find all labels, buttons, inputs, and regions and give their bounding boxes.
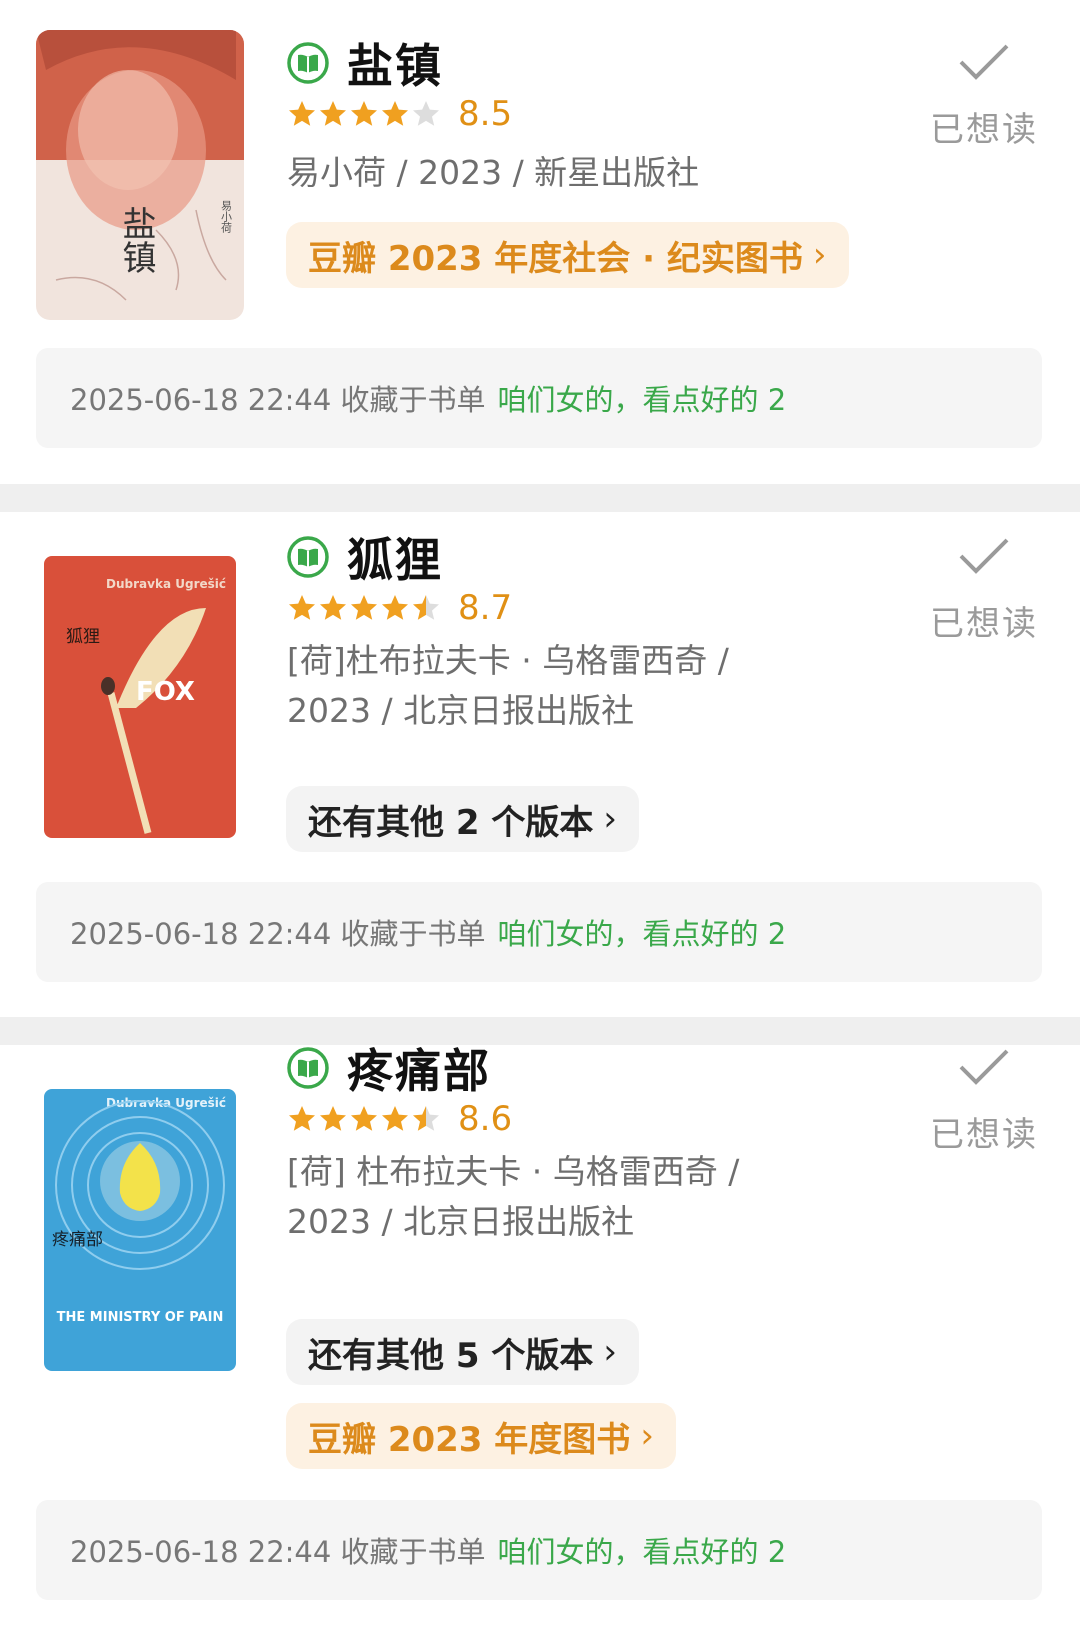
collect-time: 2025-06-18 22:44 收藏于书单 (70, 917, 486, 951)
star-full-icon (382, 1106, 408, 1131)
award-badge[interactable]: 豆瓣 2023 年度社会 · 纪实图书 › (286, 222, 849, 288)
cover-en-3: THE MINISTRY OF PAIN (57, 1310, 224, 1325)
book-cover[interactable]: Dubravka Ugrešić 疼痛部 THE MINISTRY OF PAI… (36, 1081, 244, 1379)
award-badge[interactable]: 豆瓣 2023 年度图书 › (286, 1403, 676, 1469)
read-book-icon (287, 1047, 329, 1089)
chevron-right-icon: › (603, 799, 617, 839)
cover-title-3: 疼痛部 (52, 1230, 103, 1250)
award-label: 豆瓣 2023 年度社会 · 纪实图书 (308, 238, 803, 279)
book-cover[interactable]: 盐镇 易小荷 (36, 30, 244, 320)
book-title[interactable]: 疼痛部 (347, 1035, 491, 1101)
star-full-icon (320, 595, 346, 620)
cover-title-1: 盐镇 (116, 206, 156, 274)
want-to-read-button[interactable]: 已想读 (924, 534, 1044, 645)
star-full-icon (351, 595, 377, 620)
book-meta: 易小荷 / 2023 / 新星出版社 (287, 153, 700, 192)
chevron-right-icon: › (640, 1416, 654, 1456)
cover-author-1: 易小荷 (220, 200, 233, 234)
rating-score: 8.5 (458, 94, 513, 134)
want-to-read-label: 已想读 (930, 110, 1038, 150)
read-book-icon (287, 536, 329, 578)
book-title[interactable]: 盐镇 (347, 30, 443, 96)
want-to-read-label: 已想读 (930, 604, 1038, 644)
star-full-icon (289, 101, 315, 126)
cover-title-2: 狐狸 (66, 627, 100, 647)
collection-note: 2025-06-18 22:44 收藏于书单 咱们女的，看点好的 2 (36, 348, 1042, 448)
star-full-icon (351, 1106, 377, 1131)
editions-label: 还有其他 5 个版本 (308, 1335, 594, 1376)
rating-score: 8.6 (458, 1099, 513, 1139)
star-full-icon (382, 595, 408, 620)
star-full-icon (382, 101, 408, 126)
star-full-icon (289, 1106, 315, 1131)
card-separator (0, 1017, 1080, 1045)
checkmark-icon (959, 1049, 1009, 1085)
collection-note: 2025-06-18 22:44 收藏于书单 咱们女的，看点好的 2 (36, 882, 1042, 982)
book-card[interactable]: Dubravka Ugrešić 疼痛部 THE MINISTRY OF PAI… (0, 1044, 1080, 1638)
checkmark-icon (959, 44, 1009, 80)
star-rating (287, 99, 442, 129)
book-card[interactable]: Dubravka Ugrešić 狐狸 FOX 狐狸 8.7 [荷]杜布拉夫卡 … (0, 512, 1080, 990)
cover-author-2: Dubravka Ugrešić (106, 577, 226, 591)
book-meta: [荷] 杜布拉夫卡 · 乌格雷西奇 / 2023 / 北京日报出版社 (287, 1152, 740, 1241)
chevron-right-icon: › (812, 235, 827, 275)
collection-note: 2025-06-18 22:44 收藏于书单 咱们女的，看点好的 2 (36, 1500, 1042, 1600)
star-full-icon (351, 101, 377, 126)
book-cover[interactable]: Dubravka Ugrešić 狐狸 FOX (36, 548, 244, 846)
award-label: 豆瓣 2023 年度图书 (308, 1419, 631, 1460)
want-to-read-label: 已想读 (930, 1115, 1038, 1155)
chevron-right-icon: › (603, 1332, 617, 1372)
read-book-icon (287, 42, 329, 84)
star-half-icon (413, 595, 439, 620)
book-card[interactable]: 盐镇 易小荷 盐镇 8.5 易小荷 / 2023 / 新星出版社 豆瓣 2023… (0, 0, 1080, 462)
card-separator (0, 484, 1080, 512)
editions-label: 还有其他 2 个版本 (308, 802, 594, 843)
star-full-icon (289, 595, 315, 620)
collect-time: 2025-06-18 22:44 收藏于书单 (70, 1535, 486, 1569)
booklist-link[interactable]: 咱们女的，看点好的 2 (498, 1529, 787, 1571)
book-meta: [荷]杜布拉夫卡 · 乌格雷西奇 / 2023 / 北京日报出版社 (287, 641, 729, 730)
rating-score: 8.7 (458, 588, 513, 628)
star-full-icon (320, 1106, 346, 1131)
checkmark-icon (959, 538, 1009, 574)
booklist-link[interactable]: 咱们女的，看点好的 2 (498, 911, 787, 953)
want-to-read-button[interactable]: 已想读 (924, 1045, 1044, 1156)
star-half-icon (413, 1106, 439, 1131)
star-full-icon (320, 101, 346, 126)
collect-time: 2025-06-18 22:44 收藏于书单 (70, 383, 486, 417)
cover-en-2: FOX (136, 677, 195, 707)
want-to-read-button[interactable]: 已想读 (924, 40, 1044, 151)
booklist-link[interactable]: 咱们女的，看点好的 2 (498, 377, 787, 419)
other-editions-button[interactable]: 还有其他 2 个版本 › (286, 786, 639, 852)
star-empty-icon (413, 101, 439, 126)
other-editions-button[interactable]: 还有其他 5 个版本 › (286, 1319, 639, 1385)
book-title[interactable]: 狐狸 (347, 524, 443, 590)
star-rating (287, 593, 442, 623)
star-rating (287, 1104, 442, 1134)
